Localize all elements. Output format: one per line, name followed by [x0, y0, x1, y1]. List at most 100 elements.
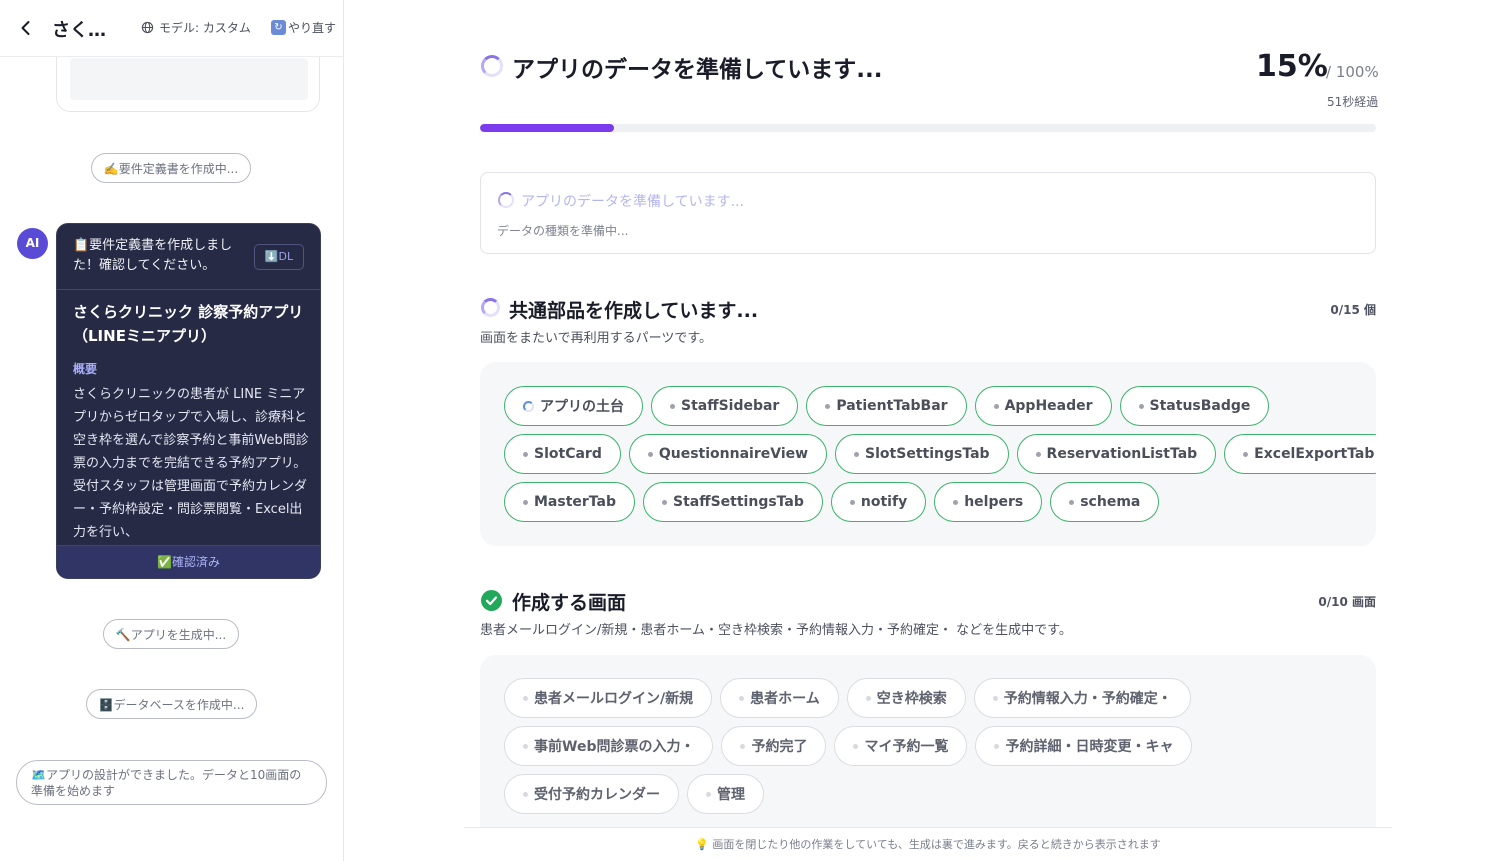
pending-dot-icon [865, 695, 871, 701]
background-generation-note: 💡 画面を閉じたり他の作業をしていても、生成は裏で進みます。戻ると続きから表示さ… [695, 838, 1161, 851]
spec-title: さくらクリニック 診察予約アプリ（LINEミニアプリ） [73, 303, 304, 345]
components-chip-panel: アプリの土台 StaffSidebar PatientTabBar AppHea… [480, 362, 1376, 546]
component-chip-label: AppHeader [1004, 398, 1093, 414]
chat-topbar: さくら... モデル: カスタム ↻ やり直す [0, 0, 343, 57]
pending-dot-icon [647, 451, 653, 457]
screen-chip-label: 受付予約カレンダー [534, 787, 660, 803]
component-chip: StaffSettingsTab [643, 482, 823, 522]
pending-dot-icon [953, 499, 959, 505]
screen-chip-label: 患者メールログイン/新規 [534, 691, 694, 707]
component-chip-label: StatusBadge [1149, 398, 1251, 414]
components-count: 0/15 個 [1330, 303, 1376, 317]
ai-avatar: AI [17, 228, 48, 259]
globe-icon [141, 21, 154, 34]
screen-chip: 予約完了 [721, 726, 827, 766]
chat-panel: さくら... モデル: カスタム ↻ やり直す ✍️要件定義書を作成中... A… [0, 0, 344, 861]
previous-message-content [70, 58, 308, 100]
screen-chip-row: 事前Web問診票の入力・ 予約完了 マイ予約一覧 予約詳細・日時変更・キャ [504, 726, 1193, 766]
screen-chip: 事前Web問診票の入力・ [504, 726, 714, 766]
component-chip: notify [830, 482, 927, 522]
pending-dot-icon [670, 403, 675, 409]
component-chip: SlotCard [504, 434, 621, 474]
component-chip-label: ExcelExportTab [1254, 446, 1375, 462]
component-chip: MasterTab [504, 482, 636, 522]
component-chip: QuestionnaireView [628, 434, 828, 474]
pending-dot-icon [523, 791, 528, 797]
component-chip: SlotSettingsTab [835, 434, 1009, 474]
screen-chip-label: 予約完了 [751, 739, 808, 755]
screens-chip-panel: 患者メールログイン/新規 患者ホーム 空き枠検索 予約情報入力・予約確定・ 事前… [480, 655, 1376, 827]
check-circle-icon [481, 590, 502, 611]
spec-card-header: 📋要件定義書を作成しました！確認してください。 ⬇️DL [57, 224, 320, 290]
spec-card-message: 📋要件定義書を作成しました！確認してください。 [73, 238, 233, 273]
screen-chip: 予約情報入力・予約確定・ [973, 678, 1191, 718]
component-chip-row: SlotCard QuestionnaireView SlotSettingsT… [504, 434, 1376, 474]
component-chip-label: helpers [964, 494, 1024, 510]
screen-chip-label: 事前Web問診票の入力・ [534, 739, 695, 755]
screen-chip-row: 患者メールログイン/新規 患者ホーム 空き枠検索 予約情報入力・予約確定・ [504, 678, 1191, 718]
pending-dot-icon [1243, 451, 1249, 457]
pending-dot-icon [853, 743, 859, 749]
spec-card-body: さくらクリニック 診察予約アプリ（LINEミニアプリ） 概要 さくらクリニックの… [73, 300, 309, 545]
pending-dot-icon [706, 791, 711, 797]
component-chip-label: SlotSettingsTab [865, 446, 990, 462]
screen-chip-label: マイ予約一覧 [864, 739, 949, 755]
screen-chip: マイ予約一覧 [834, 726, 968, 766]
screen-chip: 空き枠検索 [846, 678, 966, 718]
screen-chip-label: 管理 [717, 787, 745, 803]
component-chip: StatusBadge [1119, 386, 1270, 426]
spinner-icon [481, 298, 500, 317]
pending-dot-icon [1138, 403, 1144, 409]
screen-chip-row: 受付予約カレンダー 管理 [504, 774, 764, 814]
screen-chip: 予約詳細・日時変更・キャ [975, 726, 1193, 766]
screen-chip-label: 予約情報入力・予約確定・ [1003, 691, 1172, 707]
pending-dot-icon [825, 403, 831, 409]
screens-count: 0/10 画面 [1318, 595, 1376, 609]
component-chip-label: PatientTabBar [836, 398, 948, 414]
progress-percent: 15% [1256, 49, 1328, 84]
screens-section-title: 作成する画面 [512, 592, 627, 614]
component-chip: StaffSidebar [651, 386, 799, 426]
data-box-subtitle: データの種類を準備中... [497, 224, 629, 238]
screen-chip: 管理 [687, 774, 764, 814]
component-chip-label: QuestionnaireView [658, 446, 809, 462]
spinner-icon [498, 192, 514, 208]
model-selector[interactable]: モデル: カスタム [141, 19, 251, 36]
pending-dot-icon [854, 451, 860, 457]
component-chip-label: SlotCard [534, 446, 602, 462]
component-chip-label: StaffSidebar [681, 398, 780, 414]
model-label: モデル: カスタム [159, 21, 251, 35]
component-chip-label: StaffSettingsTab [673, 494, 804, 510]
progress-total: / 100% [1326, 63, 1379, 81]
status-generating-app: 🔨アプリを生成中... [103, 619, 239, 649]
pending-dot-icon [992, 695, 998, 701]
spec-section-label: 概要 [73, 362, 98, 376]
progress-bar [480, 124, 1376, 132]
pending-dot-icon [523, 451, 528, 457]
component-chip-label: ReservationListTab [1046, 446, 1198, 462]
pending-dot-icon [740, 743, 746, 749]
redo-label: やり直す [288, 21, 337, 35]
component-chip: helpers [934, 482, 1043, 522]
pending-dot-icon [849, 499, 855, 505]
data-box-title: アプリのデータを準備しています... [521, 194, 744, 210]
pending-dot-icon [1035, 451, 1041, 457]
design-complete-message: 🗺️アプリの設計ができました。データと10画面の準備を始めます [16, 760, 327, 805]
pending-dot-icon [994, 743, 1000, 749]
spinner-icon [523, 400, 534, 412]
pending-dot-icon [739, 695, 745, 701]
back-button[interactable] [16, 18, 36, 38]
pending-dot-icon [523, 499, 528, 505]
generation-progress-panel: アプリのデータを準備しています... 15% / 100% 51秒経過 アプリの… [344, 0, 1512, 861]
spec-document-card: 📋要件定義書を作成しました！確認してください。 ⬇️DL さくらクリニック 診察… [56, 223, 321, 579]
component-chip: アプリの土台 [504, 386, 643, 426]
download-button[interactable]: ⬇️DL [254, 244, 304, 270]
pending-dot-icon [993, 403, 999, 409]
pending-dot-icon [662, 499, 668, 505]
redo-button[interactable]: ↻ やり直す [271, 19, 336, 36]
component-chip: ExcelExportTab [1224, 434, 1376, 474]
page-title: アプリのデータを準備しています... [512, 57, 883, 83]
spinner-icon [481, 55, 503, 77]
data-preparation-box: アプリのデータを準備しています... データの種類を準備中... [480, 172, 1376, 254]
component-chip-label: MasterTab [534, 494, 617, 510]
